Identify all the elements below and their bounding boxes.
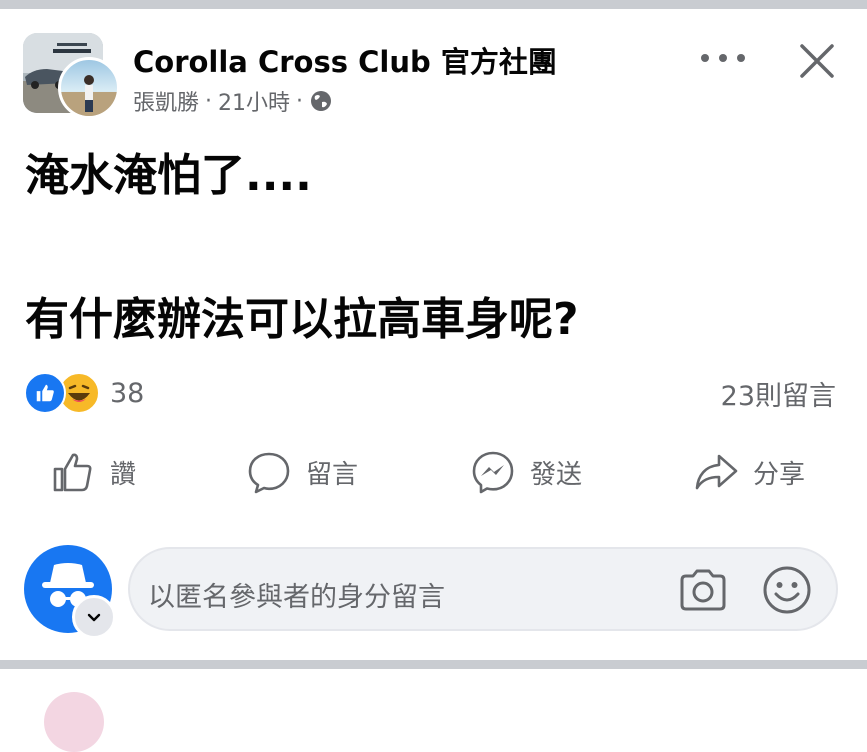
more-options-button[interactable] [701, 45, 745, 71]
bottom-separator [0, 660, 867, 669]
group-avatar[interactable] [23, 33, 120, 119]
comment-count[interactable]: 23則留言 [721, 374, 836, 413]
reaction-count: 38 [110, 377, 145, 409]
share-button[interactable]: 分享 [693, 444, 805, 500]
post-body: 淹水淹怕了.... 有什麼辦法可以拉高車身呢? [25, 140, 579, 356]
like-button[interactable]: 讚 [50, 444, 136, 500]
post-text-line: 有什麼辦法可以拉高車身呢? [25, 294, 579, 345]
post-meta: 張凱勝 · 21小時 · [133, 85, 333, 117]
comment-button[interactable]: 留言 [246, 444, 358, 500]
next-post-avatar[interactable] [44, 692, 104, 752]
post-actions: 讚 留言 發送 分享 [0, 444, 867, 500]
reactions-summary[interactable]: 38 [24, 372, 144, 414]
post-text-line: 淹水淹怕了.... [25, 150, 312, 201]
comment-composer: 以匿名參與者的身分留言 [24, 545, 844, 639]
author-avatar[interactable] [58, 57, 120, 119]
meta-separator: · [205, 88, 213, 114]
author-name[interactable]: 張凱勝 [133, 85, 199, 117]
like-label: 讚 [110, 459, 137, 490]
chevron-down-icon[interactable] [72, 595, 116, 639]
send-label: 發送 [530, 459, 583, 490]
close-icon[interactable] [797, 41, 837, 81]
messenger-icon [472, 451, 514, 494]
comment-bubble-icon [248, 452, 290, 494]
share-arrow-icon [695, 454, 738, 490]
thumbs-up-icon [53, 453, 92, 492]
globe-icon [311, 91, 332, 111]
group-name[interactable]: Corolla Cross Club 官方社團 [133, 39, 557, 81]
emoji-icon[interactable] [760, 563, 814, 617]
comment-placeholder: 以匿名參與者的身分留言 [148, 582, 445, 613]
meta-separator: · [296, 88, 304, 114]
camera-icon[interactable] [676, 563, 730, 617]
like-reaction-icon [24, 372, 66, 414]
comment-label: 留言 [306, 459, 359, 490]
post-header: Corolla Cross Club 官方社團 張凱勝 · 21小時 · [23, 33, 843, 119]
post-time[interactable]: 21小時 [218, 85, 290, 117]
more-horizontal-icon [701, 54, 709, 62]
share-label: 分享 [753, 459, 806, 490]
comment-input[interactable]: 以匿名參與者的身分留言 [128, 547, 838, 631]
send-button[interactable]: 發送 [470, 444, 582, 500]
top-separator [0, 0, 867, 9]
